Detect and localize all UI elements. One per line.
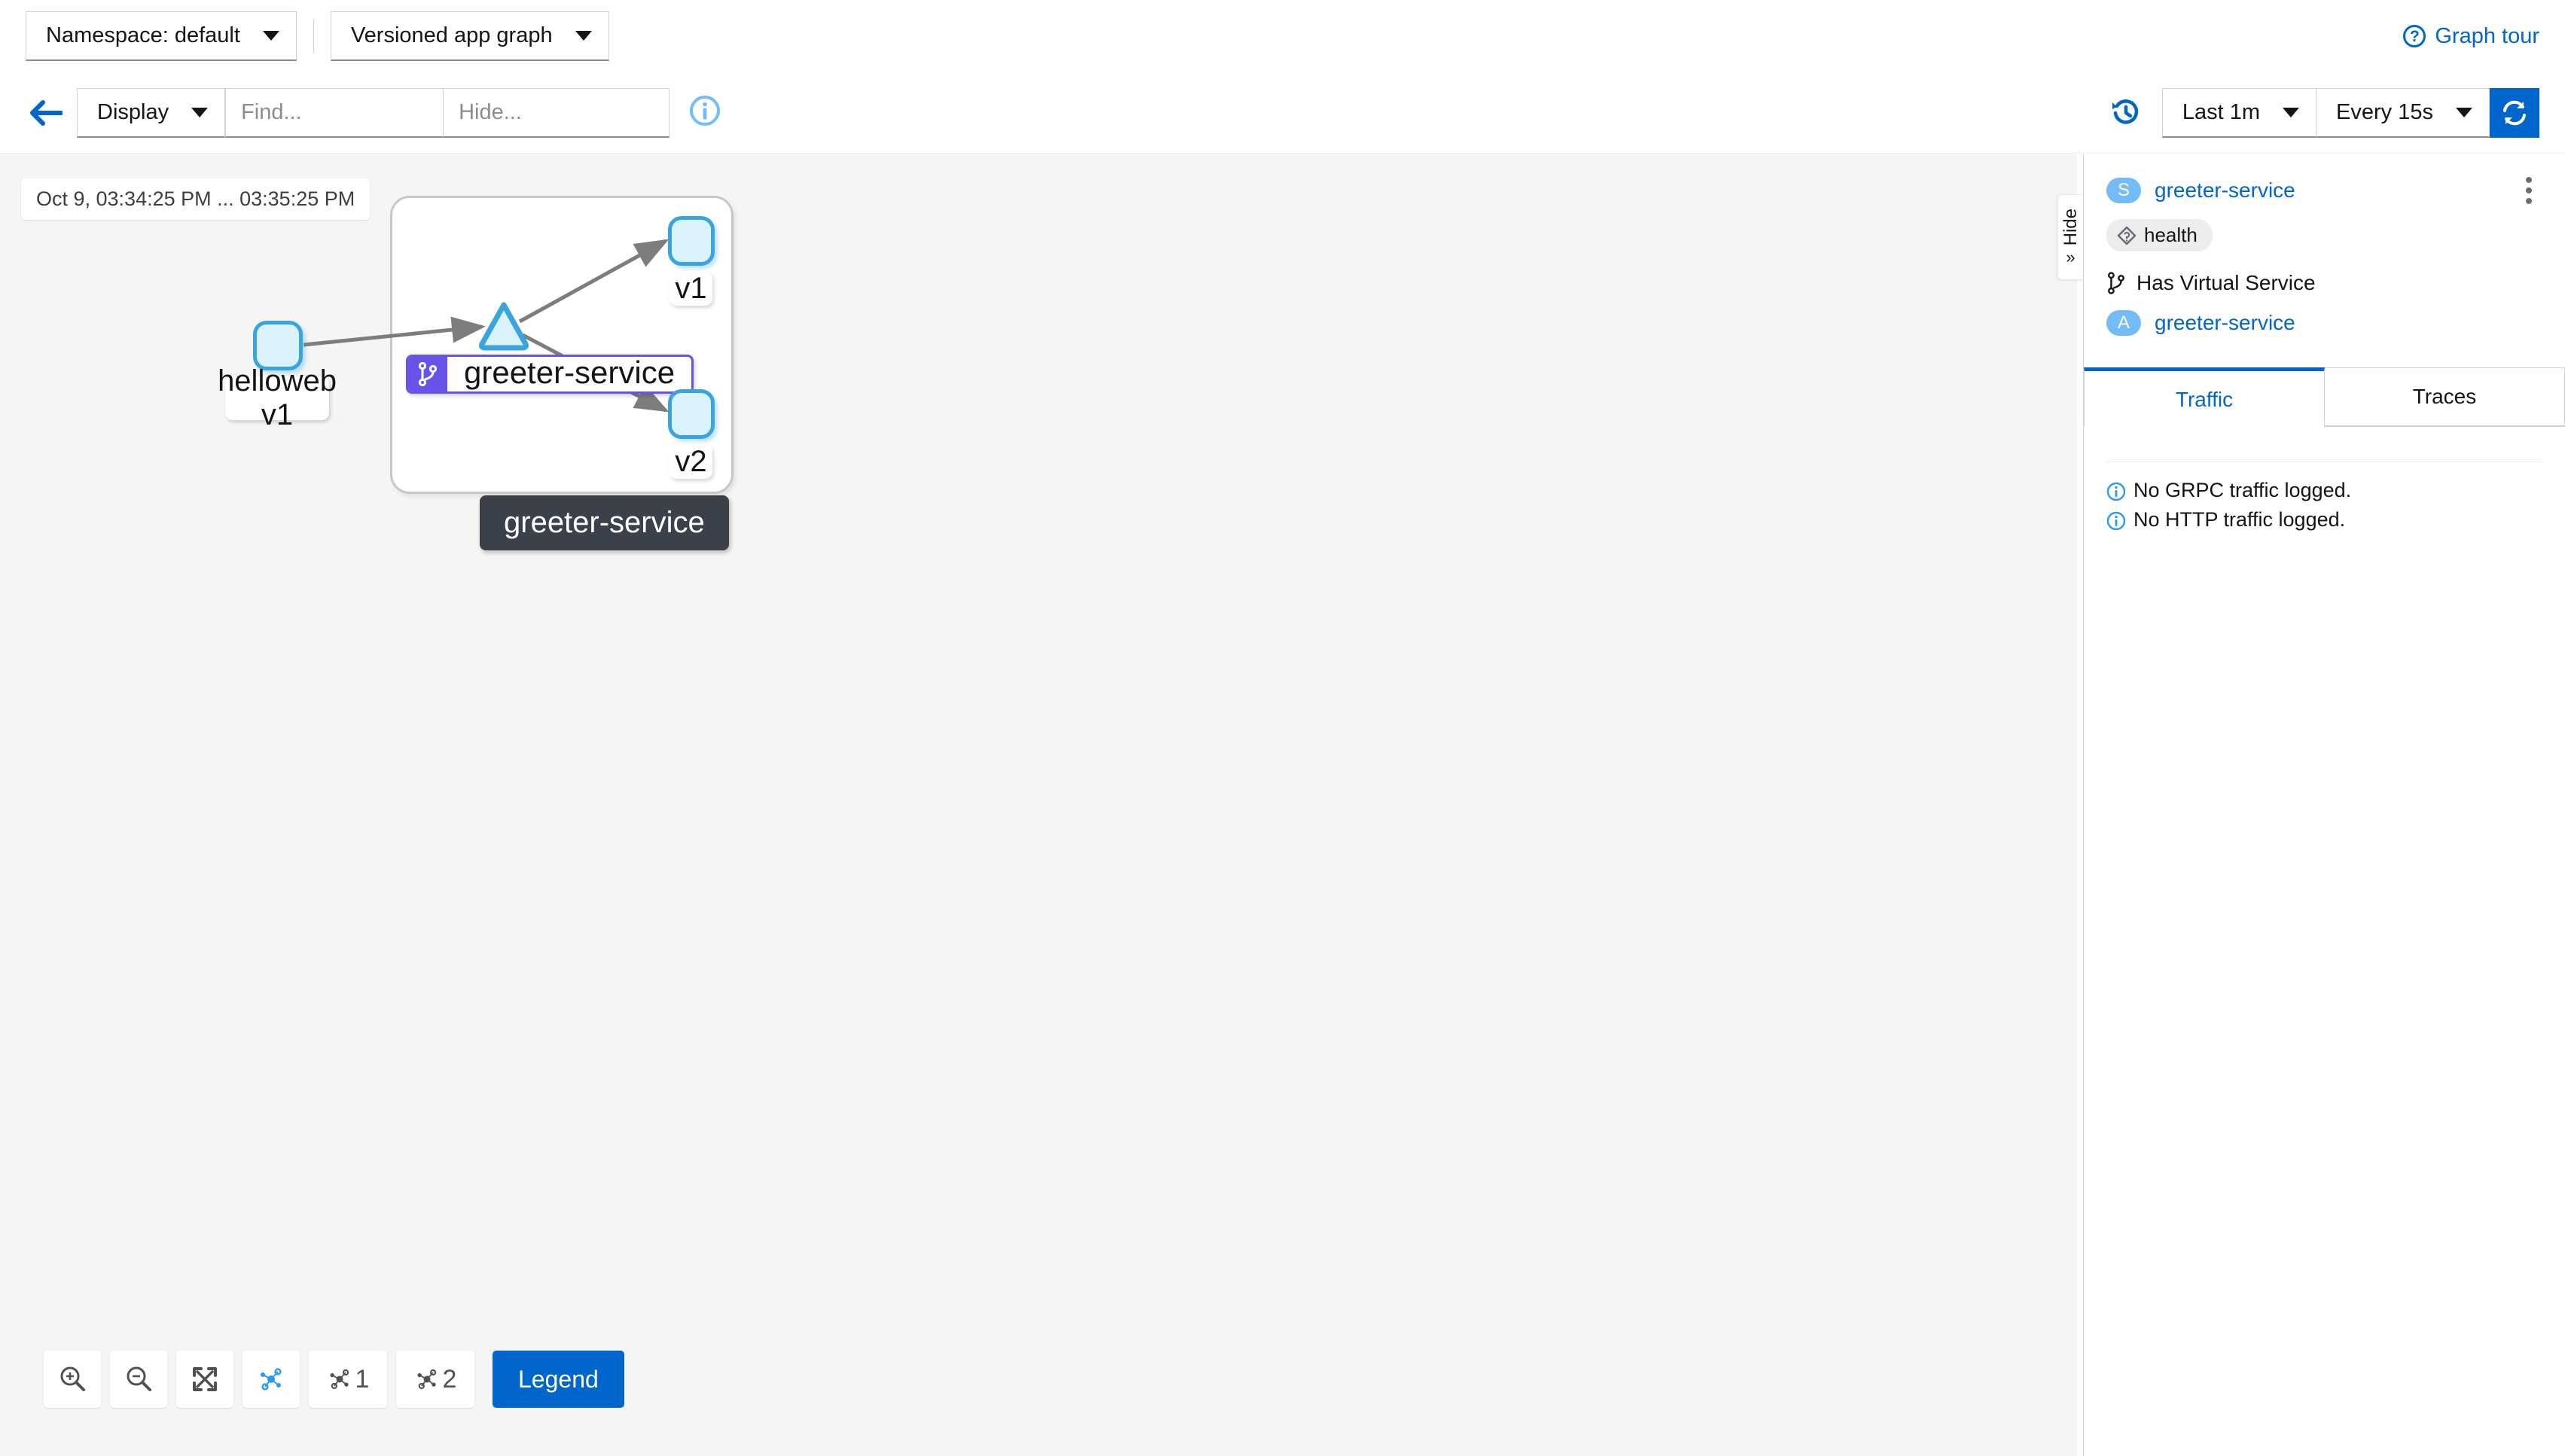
- chevron-down-icon: [191, 107, 209, 117]
- side-panel-body: No GRPC traffic logged. No HTTP traffic …: [2084, 427, 2565, 553]
- time-range-label: Last 1m: [2182, 99, 2261, 124]
- http-traffic-message-text: No HTTP traffic logged.: [2133, 508, 2346, 531]
- health-badge-label: health: [2144, 224, 2197, 246]
- graph-canvas[interactable]: Oct 9, 03:34:25 PM ... 03:35:25 PM hello…: [0, 154, 2077, 1456]
- replay-history-button[interactable]: [2109, 96, 2143, 129]
- layout-2-label: 2: [442, 1364, 457, 1394]
- graph-toolbar: Display Last 1m Every 15s: [0, 72, 2565, 154]
- side-panel-tabs: Traffic Traces: [2084, 367, 2565, 427]
- node-helloweb-label: helloweb v1: [218, 364, 337, 431]
- find-hide-info-button[interactable]: [689, 95, 721, 130]
- back-button[interactable]: [26, 93, 65, 133]
- hide-input[interactable]: [444, 87, 670, 138]
- grpc-traffic-message: No GRPC traffic logged.: [2106, 479, 2542, 502]
- info-circle-icon: [2106, 511, 2126, 531]
- node-greeter-service-label[interactable]: greeter-service: [406, 355, 694, 394]
- find-input[interactable]: [225, 87, 444, 138]
- node-helloweb[interactable]: [253, 321, 303, 370]
- detail-side-panel: S greeter-service health Has Virtual Ser…: [2083, 154, 2565, 1456]
- info-circle-icon: [2106, 482, 2126, 501]
- chevron-down-icon: [2283, 107, 2300, 117]
- display-dropdown[interactable]: Display: [77, 87, 226, 138]
- time-range-dropdown[interactable]: Last 1m: [2161, 87, 2317, 138]
- kebab-menu-button[interactable]: [2515, 174, 2542, 207]
- display-dropdown-label: Display: [97, 99, 169, 124]
- arrow-left-icon: [30, 99, 63, 126]
- divider: [2106, 461, 2542, 462]
- namespace-select[interactable]: Namespace: default: [26, 11, 297, 61]
- graph-type-select-label: Versioned app graph: [350, 23, 553, 47]
- edge-service-to-v1: [518, 239, 669, 324]
- zoom-out-icon: [127, 1366, 151, 1391]
- tab-traffic[interactable]: Traffic: [2084, 367, 2325, 427]
- app-type-badge: A: [2106, 310, 2141, 336]
- info-circle-icon: [690, 96, 721, 126]
- health-icon: [2117, 226, 2136, 245]
- node-greeter-service-text: greeter-service: [464, 355, 676, 390]
- graph-edges: [303, 239, 669, 413]
- topology-icon: [261, 1368, 282, 1391]
- graph-tour-label: Graph tour: [2435, 23, 2539, 48]
- node-greeter-service[interactable]: [477, 301, 530, 351]
- namespace-select-label: Namespace: default: [46, 23, 240, 47]
- tab-traces[interactable]: Traces: [2325, 367, 2565, 426]
- expand-arrows-icon: [193, 1367, 217, 1391]
- zoom-in-button[interactable]: [44, 1351, 101, 1408]
- http-traffic-message: No HTTP traffic logged.: [2106, 508, 2542, 532]
- graph-bottom-toolbar: 1 2 Legend: [44, 1351, 624, 1408]
- time-controls: Last 1m Every 15s: [2109, 87, 2539, 138]
- service-summary-row: S greeter-service: [2106, 174, 2542, 207]
- fit-to-screen-button[interactable]: [176, 1351, 233, 1408]
- history-icon: [2112, 99, 2139, 124]
- service-type-badge: S: [2106, 178, 2141, 203]
- chevron-double-right-icon: »: [2066, 248, 2075, 267]
- code-branch-icon: [2108, 272, 2124, 294]
- refresh-button[interactable]: [2490, 87, 2539, 138]
- app-summary-row: A greeter-service: [2106, 310, 2542, 336]
- hide-toggle-label: Hide: [2060, 208, 2081, 246]
- layout-1-label: 1: [355, 1364, 370, 1394]
- layout-default-button[interactable]: [242, 1351, 300, 1408]
- group-tooltip: greeter-service: [480, 495, 729, 550]
- zoom-in-icon: [60, 1366, 85, 1391]
- refresh-interval-dropdown[interactable]: Every 15s: [2316, 87, 2490, 138]
- node-v1[interactable]: [668, 216, 715, 266]
- node-v1-label: v1: [669, 271, 712, 306]
- refresh-interval-label: Every 15s: [2336, 99, 2433, 124]
- sidepanel-hide-toggle[interactable]: Hide »: [2057, 194, 2083, 280]
- virtual-service-row: Has Virtual Service: [2106, 271, 2542, 295]
- chevron-down-icon: [262, 31, 279, 41]
- topology-icon: [330, 1369, 349, 1390]
- grpc-traffic-message-text: No GRPC traffic logged.: [2133, 479, 2352, 501]
- chevron-down-icon: [2456, 107, 2472, 117]
- zoom-out-button[interactable]: [110, 1351, 167, 1408]
- refresh-icon: [2503, 100, 2526, 125]
- service-name-link[interactable]: greeter-service: [2155, 178, 2295, 203]
- graph-tour-link[interactable]: ? Graph tour: [2403, 24, 2539, 49]
- help-circle-icon: ?: [2403, 25, 2426, 47]
- toolbar-divider: [313, 19, 314, 53]
- top-bar: Namespace: default Versioned app graph ?…: [0, 0, 2565, 72]
- legend-button[interactable]: Legend: [493, 1351, 624, 1408]
- virtual-service-icon: [408, 357, 447, 391]
- edge-helloweb-to-service: [303, 316, 486, 347]
- chevron-down-icon: [575, 31, 592, 41]
- health-badge[interactable]: health: [2106, 219, 2213, 251]
- side-panel-header: S greeter-service health Has Virtual Ser…: [2084, 154, 2565, 336]
- app-name-link[interactable]: greeter-service: [2155, 311, 2295, 335]
- layout-2-button[interactable]: 2: [396, 1351, 474, 1408]
- graph-type-select[interactable]: Versioned app graph: [330, 11, 609, 61]
- layout-1-button[interactable]: 1: [309, 1351, 387, 1408]
- virtual-service-label: Has Virtual Service: [2136, 271, 2316, 294]
- topology-icon: [417, 1369, 436, 1390]
- node-v2-label: v2: [669, 444, 712, 479]
- node-v2[interactable]: [668, 389, 715, 439]
